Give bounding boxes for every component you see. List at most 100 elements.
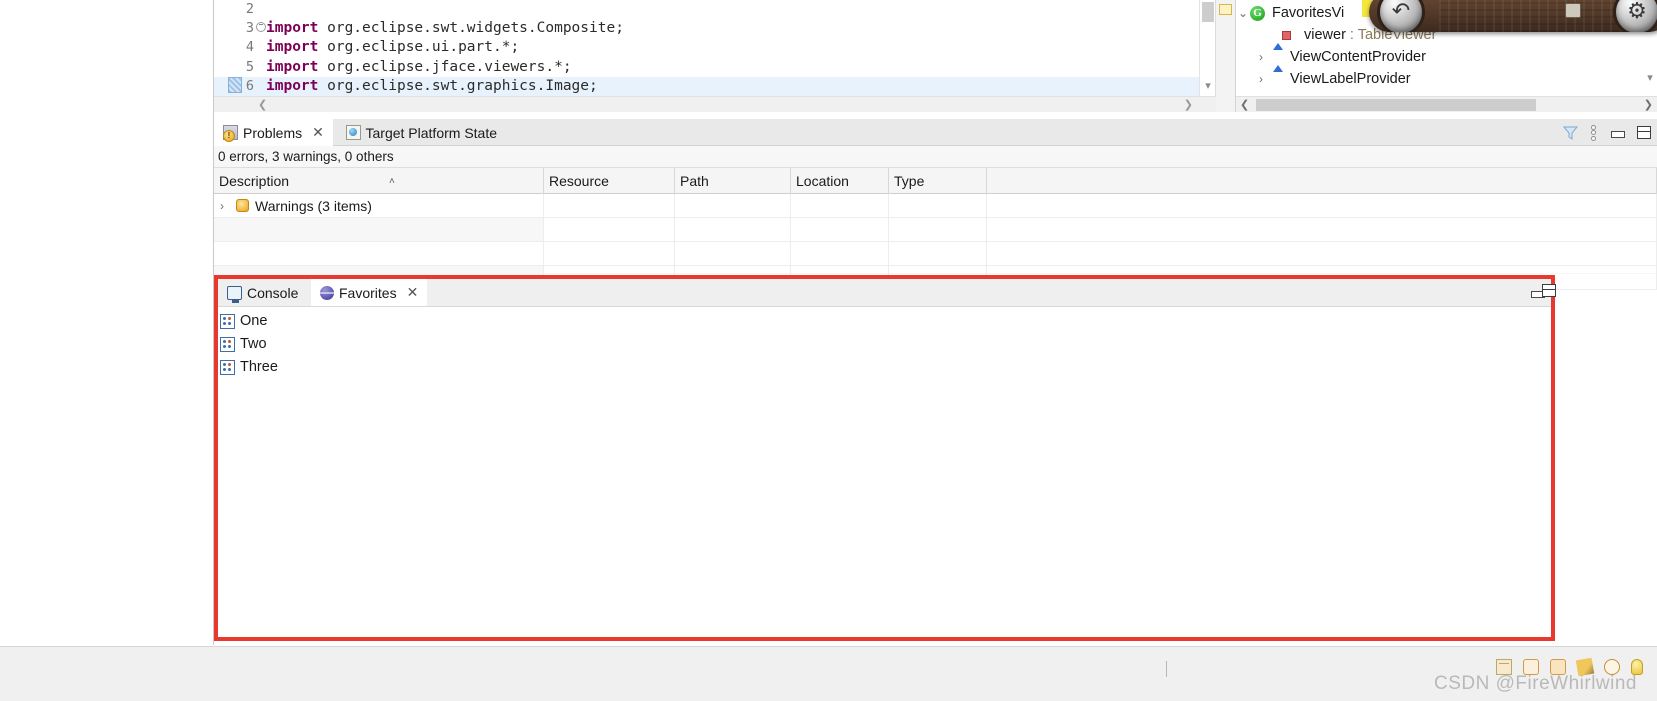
problems-column-header[interactable]: Type bbox=[889, 168, 987, 194]
code-line[interactable]: 4 import org.eclipse.ui.part.*; bbox=[214, 38, 1199, 57]
clock-icon[interactable] bbox=[1604, 659, 1620, 675]
code-line[interactable]: 3 import org.eclipse.swt.widgets.Composit… bbox=[214, 19, 1199, 38]
code-line[interactable]: 2 bbox=[214, 0, 1199, 19]
chevron-left-icon[interactable]: ❮ bbox=[1240, 97, 1249, 113]
chat-alt-icon[interactable] bbox=[1550, 659, 1566, 675]
close-icon[interactable]: ✕ bbox=[312, 124, 324, 141]
problems-column-header-label: Type bbox=[894, 173, 925, 189]
tab-favorites[interactable]: Favorites ✕ bbox=[311, 279, 428, 306]
target-platform-icon bbox=[345, 125, 361, 140]
lightbulb-icon[interactable] bbox=[1631, 659, 1643, 675]
problems-tabbar[interactable]: Problems ✕ Target Platform State bbox=[214, 119, 1657, 146]
maximize-icon[interactable] bbox=[1637, 126, 1651, 139]
code-line[interactable]: 6 import org.eclipse.swt.graphics.Image; bbox=[214, 76, 1199, 96]
chevron-right-icon[interactable]: › bbox=[1254, 46, 1268, 68]
eclipse-workbench-window: 2 3 import org.eclipse.swt.widgets.Composi… bbox=[0, 0, 1657, 701]
filter-icon[interactable] bbox=[1563, 126, 1578, 140]
close-icon[interactable]: ✕ bbox=[407, 284, 419, 301]
problems-column-header[interactable] bbox=[987, 168, 1657, 194]
problems-view-toolbar[interactable] bbox=[1563, 119, 1651, 146]
favorites-view[interactable]: Console Favorites ✕ One Two Three bbox=[214, 275, 1555, 641]
table-cell bbox=[987, 242, 1657, 265]
view-menu-icon[interactable] bbox=[1591, 124, 1597, 141]
java-editor[interactable]: 2 3 import org.eclipse.swt.widgets.Composi… bbox=[214, 0, 1230, 112]
problems-view[interactable]: Problems ✕ Target Platform State 0 error… bbox=[214, 119, 1657, 290]
outline-horizontal-scroll-thumb[interactable] bbox=[1256, 99, 1536, 111]
editor-right-margin-strip bbox=[1216, 0, 1236, 112]
outline-tree-row[interactable]: › ViewContentProvider bbox=[1236, 46, 1657, 68]
editor-vertical-scroll-thumb[interactable] bbox=[1202, 2, 1214, 22]
editor-horizontal-scrollbar[interactable]: ❮ ❯ bbox=[214, 96, 1229, 112]
chat-icon[interactable] bbox=[1523, 659, 1539, 675]
code-keyword: import bbox=[266, 39, 319, 56]
favorites-maximize-container[interactable] bbox=[1542, 276, 1556, 304]
problems-column-header-label: Resource bbox=[549, 173, 609, 189]
problems-column-header[interactable]: Path bbox=[675, 168, 791, 194]
table-cell bbox=[987, 194, 1657, 217]
favorites-tabbar[interactable]: Console Favorites ✕ bbox=[218, 279, 1551, 307]
problems-column-header[interactable]: Description ˄ bbox=[214, 168, 544, 194]
chevron-left-icon[interactable]: ❮ bbox=[258, 97, 267, 113]
status-bar-icons[interactable] bbox=[1496, 657, 1643, 677]
code-text: org.eclipse.jface.viewers.*; bbox=[318, 58, 572, 75]
table-cell bbox=[544, 218, 675, 241]
outline-row-label: ViewContentProvider bbox=[1290, 49, 1426, 65]
problems-table-header[interactable]: Description ˄ Resource Path Location Type bbox=[214, 167, 1657, 194]
problems-column-header[interactable]: Resource bbox=[544, 168, 675, 194]
list-item[interactable]: Two bbox=[218, 333, 1551, 356]
overlay-right-knob-glyph: ⚙ bbox=[1627, 0, 1647, 23]
problems-column-header-label: Path bbox=[680, 173, 709, 189]
list-item[interactable]: Three bbox=[218, 356, 1551, 379]
pencil-icon[interactable] bbox=[1575, 657, 1595, 677]
minimize-icon[interactable] bbox=[1610, 127, 1625, 139]
chevron-right-icon[interactable]: ❯ bbox=[1184, 97, 1193, 113]
table-cell bbox=[889, 242, 987, 265]
table-row[interactable] bbox=[214, 242, 1657, 266]
list-item[interactable]: One bbox=[218, 310, 1551, 333]
tab-problems[interactable]: Problems ✕ bbox=[214, 119, 333, 146]
editor-vertical-scrollbar[interactable]: ▾ bbox=[1199, 0, 1215, 96]
problems-column-header-label: Location bbox=[796, 173, 849, 189]
sort-ascending-icon[interactable]: ˄ bbox=[389, 169, 395, 195]
overlay-toolbar-graphic: ↶ ⚙ bbox=[1369, 0, 1657, 32]
table-cell bbox=[675, 218, 791, 241]
tab-target-platform-state[interactable]: Target Platform State bbox=[337, 119, 507, 146]
chevron-down-icon[interactable]: ▾ bbox=[1200, 81, 1216, 92]
class-icon: G bbox=[1250, 6, 1265, 21]
tab-favorites-label: Favorites bbox=[339, 284, 397, 301]
outline-row-label: FavoritesVi bbox=[1272, 5, 1345, 21]
marker-swatch-icon bbox=[1219, 4, 1232, 15]
fold-collapse-icon[interactable] bbox=[256, 22, 266, 33]
chevron-right-icon[interactable]: › bbox=[220, 194, 224, 218]
table-cell-label: Warnings (3 items) bbox=[255, 198, 372, 214]
code-line[interactable]: 5 import org.eclipse.jface.viewers.*; bbox=[214, 58, 1199, 77]
table-row[interactable] bbox=[214, 218, 1657, 242]
outline-row-label: ViewLabelProvider bbox=[1290, 71, 1411, 87]
outline-horizontal-scrollbar[interactable]: ❮ ❯ bbox=[1236, 96, 1657, 112]
favorites-list[interactable]: One Two Three bbox=[218, 307, 1551, 379]
code-keyword: import bbox=[266, 58, 319, 75]
problems-icon bbox=[223, 125, 238, 142]
tab-console[interactable]: Console bbox=[218, 279, 307, 306]
chevron-right-icon[interactable]: › bbox=[1254, 68, 1268, 90]
chevron-down-icon[interactable]: ⌄ bbox=[1236, 2, 1250, 24]
editor-code-area[interactable]: 2 3 import org.eclipse.swt.widgets.Composi… bbox=[214, 0, 1199, 96]
watermark: CSDN @FireWhirlwind bbox=[1434, 673, 1637, 694]
problems-column-header[interactable]: Location bbox=[791, 168, 889, 194]
chevron-right-icon[interactable]: ❯ bbox=[1644, 97, 1653, 113]
problems-column-header-label: Description bbox=[219, 173, 290, 189]
table-cell bbox=[675, 242, 791, 265]
overlay-right-knob-icon: ⚙ bbox=[1613, 0, 1657, 32]
maximize-icon[interactable] bbox=[1542, 283, 1556, 297]
list-item-label: One bbox=[240, 313, 268, 329]
problems-table[interactable]: Description ˄ Resource Path Location Type › Wa… bbox=[214, 167, 1657, 290]
tab-console-label: Console bbox=[247, 284, 299, 301]
outline-tree-row[interactable]: › ViewLabelProvider bbox=[1236, 68, 1657, 90]
table-row[interactable]: › Warnings (3 items) bbox=[214, 194, 1657, 218]
table-cell bbox=[675, 194, 791, 217]
chevron-down-icon[interactable]: ▾ bbox=[1643, 71, 1657, 84]
table-cell bbox=[889, 218, 987, 241]
line-number: 3 bbox=[245, 20, 254, 37]
sample-icon bbox=[220, 337, 235, 352]
document-icon[interactable] bbox=[1496, 659, 1512, 675]
